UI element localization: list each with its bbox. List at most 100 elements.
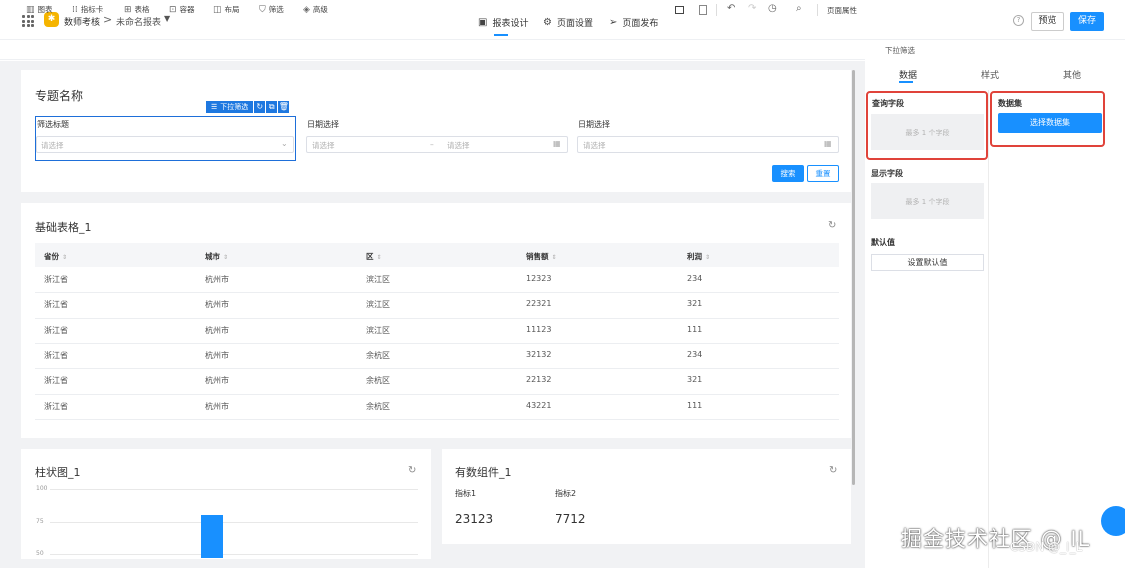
toolbar-divider [817, 4, 818, 16]
choose-dataset-button[interactable]: 选择数据集 [998, 113, 1102, 133]
table-cell: 杭州市 [205, 350, 229, 360]
table-icon: ⊞ [124, 4, 132, 15]
sort-icon[interactable]: ⇕ [705, 254, 710, 261]
column-header-profit[interactable]: 利润 ⇕ [687, 251, 710, 262]
tab-data[interactable]: 数据 [899, 68, 917, 81]
column-header-city[interactable]: 城市 ⇕ [205, 251, 228, 262]
gridline [50, 489, 418, 490]
reset-button[interactable]: 重置 [807, 165, 839, 182]
query-fields-title: 查询字段 [872, 99, 904, 108]
sort-icon[interactable]: ⇕ [552, 254, 557, 261]
redo-icon[interactable]: ↷ [748, 3, 756, 14]
toolbar-advanced[interactable]: ◈ 高级 [303, 4, 328, 15]
date-input[interactable] [577, 136, 839, 153]
table-cell: 浙江省 [44, 401, 68, 411]
tab-report-design[interactable]: ▣ 报表设计 [478, 16, 528, 36]
tab-other[interactable]: 其他 [1063, 68, 1081, 81]
date-range-separator: – [430, 140, 434, 149]
sort-icon[interactable]: ⇕ [62, 254, 67, 261]
toolbar-label: 表格 [134, 5, 150, 14]
indicator-card-title: 有数组件_1 [455, 466, 512, 479]
column-header-province[interactable]: 省份 ⇕ [44, 251, 67, 262]
toolbar-label: 布局 [224, 5, 240, 14]
table-cell: 234 [687, 274, 703, 283]
toolbar-filter[interactable]: ⛉ 筛选 [259, 4, 284, 15]
toolbar-label: 筛选 [268, 5, 284, 14]
column-header-label: 省份 [44, 252, 59, 261]
table-cell: 43221 [526, 400, 552, 410]
tab-label: 页面发布 [622, 19, 659, 29]
indicator-label: 指标2 [555, 489, 577, 498]
table-card[interactable] [21, 203, 851, 438]
indicator-value: 23123 [455, 512, 494, 526]
table-cell: 余杭区 [366, 376, 390, 386]
dropzone-hint: 最多 1 个字段 [905, 198, 950, 206]
toolbar-table[interactable]: ⊞ 表格 [124, 4, 150, 15]
breadcrumb-chevron-icon: > [103, 13, 113, 26]
column-header-district[interactable]: 区 ⇕ [366, 251, 382, 262]
default-value-title: 默认值 [871, 238, 895, 247]
desktop-view-icon[interactable] [675, 6, 684, 14]
send-icon: ➢ [609, 17, 618, 28]
field-label: 筛选标题 [37, 120, 69, 129]
preview-button[interactable]: 预览 [1031, 12, 1064, 31]
active-tab-indicator [899, 81, 913, 83]
caret-down-icon[interactable]: ▼ [164, 14, 170, 23]
page-properties-button[interactable]: 页面属性 [827, 5, 857, 16]
display-fields-dropzone[interactable]: 最多 1 个字段 [871, 183, 984, 219]
report-name[interactable]: 未命名报表 [116, 15, 161, 28]
table-cell: 杭州市 [205, 401, 229, 411]
filter-tag-label[interactable]: ☰ 下拉筛选 [206, 101, 254, 113]
app-grid-icon[interactable] [22, 15, 34, 27]
date-range-input[interactable] [306, 136, 568, 153]
column-header-label: 销售额 [526, 252, 549, 261]
dropzone-hint: 最多 1 个字段 [905, 129, 950, 137]
undo-icon[interactable]: ↶ [727, 3, 735, 14]
set-default-value-button[interactable]: 设置默认值 [871, 254, 984, 271]
sort-icon[interactable]: ⇕ [223, 254, 228, 261]
toolbar-chart[interactable]: ▥ 图表 [26, 4, 53, 15]
tab-style[interactable]: 样式 [981, 68, 999, 81]
table-cell: 浙江省 [44, 275, 68, 284]
column-header-sales[interactable]: 销售额 ⇕ [526, 251, 557, 262]
tab-page-publish[interactable]: ➢ 页面发布 [609, 16, 658, 29]
toolbar-label: 容器 [179, 5, 195, 14]
sort-icon[interactable]: ⇕ [377, 254, 382, 261]
canvas-scrollbar[interactable] [852, 70, 855, 485]
floating-action-button[interactable] [1101, 506, 1125, 536]
copy-icon[interactable]: ⧉ [266, 101, 278, 113]
table-row-divider [35, 292, 839, 294]
delete-icon[interactable]: 🗑 [278, 101, 290, 113]
calendar-icon: ▦ [553, 139, 561, 148]
mobile-view-icon[interactable] [699, 5, 707, 15]
toolbar-layout[interactable]: ◫ 布局 [213, 4, 240, 15]
app-name[interactable]: 数师考核 [64, 15, 100, 28]
query-fields-dropzone[interactable]: 最多 1 个字段 [871, 114, 984, 150]
search-button[interactable]: 搜索 [772, 165, 804, 182]
date-end-placeholder: 请选择 [447, 141, 470, 150]
table-cell: 111 [687, 324, 703, 334]
y-tick-label: 100 [36, 485, 48, 492]
table-cell: 浙江省 [44, 325, 68, 335]
indicator-label: 指标1 [455, 489, 477, 498]
save-button[interactable]: 保存 [1070, 12, 1104, 31]
filter-select[interactable] [36, 136, 294, 153]
bar[interactable] [201, 515, 223, 558]
table-cell: 111 [687, 400, 703, 410]
refresh-icon[interactable]: ↻ [408, 465, 416, 476]
filter-card-title: 专题名称 [35, 89, 84, 103]
toolbar-container[interactable]: ⊡ 容器 [169, 4, 195, 15]
column-header-label: 区 [366, 252, 374, 261]
table-cell: 余杭区 [366, 401, 390, 411]
refresh-icon[interactable]: ↻ [254, 101, 266, 113]
toolbar-indicator-card[interactable]: ⁞⁞ 指标卡 [72, 4, 103, 15]
bar-chart-card[interactable] [21, 449, 431, 559]
filter-component-tag: ☰ 下拉筛选 ↻ ⧉ 🗑 [206, 101, 290, 113]
search-icon[interactable]: ⌕ [796, 3, 802, 14]
history-icon[interactable]: ◷ [768, 3, 777, 14]
tab-page-settings[interactable]: ⚙ 页面设置 [543, 16, 593, 29]
refresh-icon[interactable]: ↻ [828, 220, 836, 231]
refresh-icon[interactable]: ↻ [829, 465, 837, 476]
table-cell: 浙江省 [44, 350, 68, 360]
help-icon[interactable]: ? [1013, 15, 1024, 26]
